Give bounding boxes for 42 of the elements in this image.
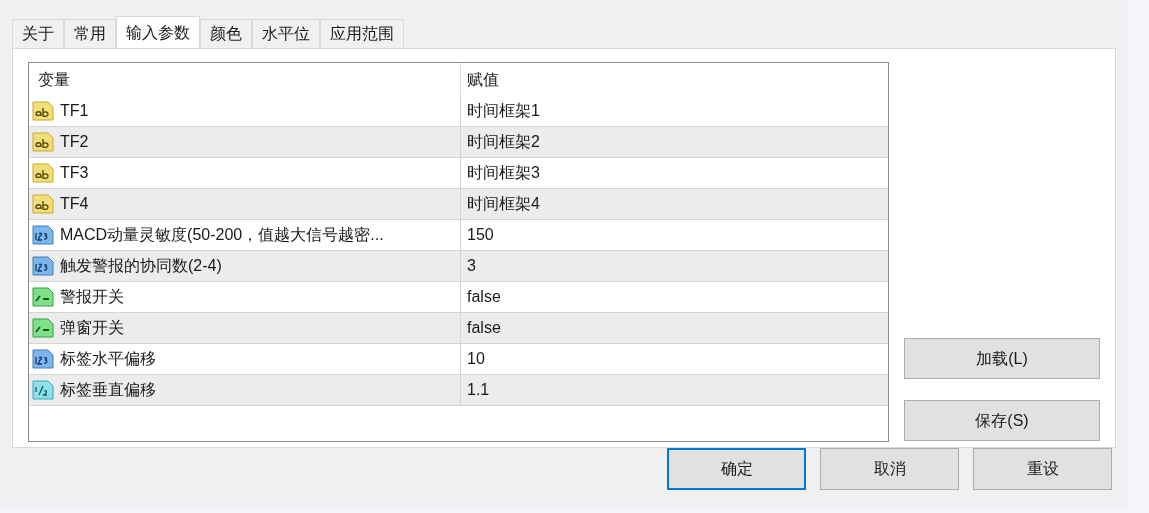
- number-type-icon: [32, 225, 54, 245]
- variable-name: 警报开关: [60, 287, 124, 307]
- variable-value: 时间框架3: [467, 163, 540, 183]
- tab[interactable]: 常用: [64, 19, 116, 48]
- text-type-icon: [32, 101, 54, 121]
- variable-name: TF1: [60, 101, 89, 121]
- tab[interactable]: 输入参数: [116, 16, 200, 48]
- fraction-type-icon: [32, 380, 54, 400]
- dialog-button[interactable]: 重设: [973, 448, 1112, 490]
- variable-value: 时间框架2: [467, 132, 540, 152]
- side-button[interactable]: 保存(S): [904, 400, 1100, 441]
- variable-value: 时间框架4: [467, 194, 540, 214]
- tab[interactable]: 水平位: [252, 19, 320, 48]
- text-type-icon: [32, 132, 54, 152]
- variable-value: 1.1: [467, 380, 490, 400]
- side-button[interactable]: 加载(L): [904, 338, 1100, 379]
- variable-value: false: [467, 287, 501, 307]
- toggle-type-icon: [32, 287, 54, 307]
- variable-name: 弹窗开关: [60, 318, 124, 338]
- variable-value: false: [467, 318, 501, 338]
- variable-name: 触发警报的协同数(2-4): [60, 256, 222, 276]
- tab[interactable]: 颜色: [200, 19, 252, 48]
- variable-name: TF2: [60, 132, 89, 152]
- variable-name: TF3: [60, 163, 89, 183]
- variable-value: 时间框架1: [467, 101, 540, 121]
- toggle-type-icon: [32, 318, 54, 338]
- tab[interactable]: 关于: [12, 19, 64, 48]
- variable-name: TF4: [60, 194, 89, 214]
- variable-value: 150: [467, 225, 494, 245]
- variable-name: 标签水平偏移: [60, 349, 156, 369]
- number-type-icon: [32, 349, 54, 369]
- variable-name: 标签垂直偏移: [60, 380, 156, 400]
- variable-value: 3: [467, 256, 476, 276]
- variable-value: 10: [467, 349, 485, 369]
- dialog-button[interactable]: 确定: [667, 448, 806, 490]
- text-type-icon: [32, 163, 54, 183]
- variable-name: MACD动量灵敏度(50-200，值越大信号越密...: [60, 225, 384, 245]
- dialog-button[interactable]: 取消: [820, 448, 959, 490]
- text-type-icon: [32, 194, 54, 214]
- tab[interactable]: 应用范围: [320, 19, 404, 48]
- column-header[interactable]: 赋值: [461, 63, 888, 96]
- number-type-icon: [32, 256, 54, 276]
